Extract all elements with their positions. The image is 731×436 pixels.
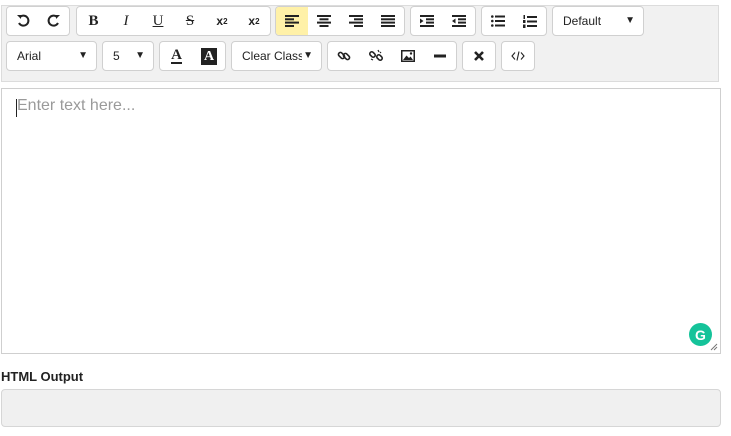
horizontal-rule-icon	[434, 54, 446, 58]
indent-group	[410, 6, 476, 36]
subscript-button[interactable]: x2	[206, 7, 238, 35]
grammarly-icon[interactable]: G	[689, 323, 712, 346]
italic-label: I	[123, 12, 129, 29]
superscript-digit: 2	[255, 16, 260, 26]
grammarly-label: G	[695, 326, 706, 343]
align-justify-icon	[381, 15, 395, 27]
unlink-icon	[369, 49, 383, 62]
clear-format-group	[462, 41, 496, 71]
html-output-label: HTML Output	[1, 369, 84, 384]
caret-down-icon: ▼	[303, 50, 313, 61]
color-group: A A	[159, 41, 226, 71]
source-group	[501, 41, 535, 71]
image-icon	[401, 50, 415, 62]
font-select[interactable]: Arial ▼	[6, 41, 97, 71]
outdent-button[interactable]	[443, 7, 475, 35]
font-size-select-value: 5	[113, 49, 120, 63]
indent-button[interactable]	[411, 7, 443, 35]
undo-button[interactable]	[7, 7, 39, 35]
clear-format-button[interactable]	[463, 42, 495, 70]
bulleted-list-button[interactable]	[482, 7, 514, 35]
list-group	[481, 6, 547, 36]
align-justify-button[interactable]	[372, 7, 404, 35]
history-group	[6, 6, 70, 36]
editor-placeholder: Enter text here...	[17, 97, 136, 114]
code-icon	[511, 51, 525, 61]
format-group: B I U S x2 x2	[76, 6, 271, 36]
heading-select-value: Default	[563, 14, 602, 28]
caret-down-icon: ▼	[625, 15, 635, 26]
text-color-button[interactable]: A	[160, 42, 193, 70]
indent-icon	[420, 15, 434, 27]
redo-button[interactable]	[39, 7, 69, 35]
superscript-label: x	[248, 14, 256, 28]
clear-format-icon	[474, 51, 484, 61]
unlink-button[interactable]	[360, 42, 392, 70]
background-color-button[interactable]: A	[193, 42, 225, 70]
underline-button[interactable]: U	[142, 7, 174, 35]
text-color-icon: A	[171, 47, 182, 64]
subscript-digit: 2	[223, 16, 228, 26]
resize-handle-icon[interactable]	[710, 343, 718, 351]
align-left-button[interactable]	[276, 7, 308, 35]
horizontal-rule-button[interactable]	[424, 42, 456, 70]
numbered-list-button[interactable]	[514, 7, 546, 35]
outdent-icon	[452, 15, 466, 27]
align-group	[275, 6, 405, 36]
html-output-field[interactable]	[1, 389, 721, 427]
class-select-value: Clear Class	[242, 49, 302, 63]
caret-down-icon: ▼	[78, 50, 88, 61]
undo-icon	[17, 14, 30, 27]
align-left-icon	[285, 15, 299, 27]
bulleted-list-icon	[491, 15, 505, 27]
text-editor[interactable]: Enter text here...	[1, 88, 721, 354]
source-code-button[interactable]	[502, 42, 534, 70]
font-select-value: Arial	[17, 49, 42, 63]
align-center-icon	[317, 15, 331, 27]
link-icon	[337, 51, 351, 61]
subscript-label: x	[216, 14, 224, 28]
align-right-icon	[349, 15, 363, 27]
image-button[interactable]	[392, 42, 424, 70]
strikethrough-button[interactable]: S	[174, 7, 206, 35]
link-button[interactable]	[328, 42, 360, 70]
align-right-button[interactable]	[340, 7, 372, 35]
superscript-button[interactable]: x2	[238, 7, 270, 35]
align-center-button[interactable]	[308, 7, 340, 35]
class-select[interactable]: Clear Class ▼	[231, 41, 322, 71]
background-color-icon: A	[200, 47, 218, 65]
heading-select[interactable]: Default ▼	[552, 6, 644, 36]
redo-icon	[47, 14, 60, 27]
insert-group	[327, 41, 457, 71]
italic-button[interactable]: I	[110, 7, 142, 35]
strikethrough-label: S	[185, 12, 195, 29]
bold-label: B	[88, 12, 99, 29]
numbered-list-icon	[523, 14, 537, 28]
caret-down-icon: ▼	[135, 50, 145, 61]
underline-label: U	[152, 12, 164, 29]
font-size-select[interactable]: 5 ▼	[102, 41, 154, 71]
bold-button[interactable]: B	[77, 7, 110, 35]
